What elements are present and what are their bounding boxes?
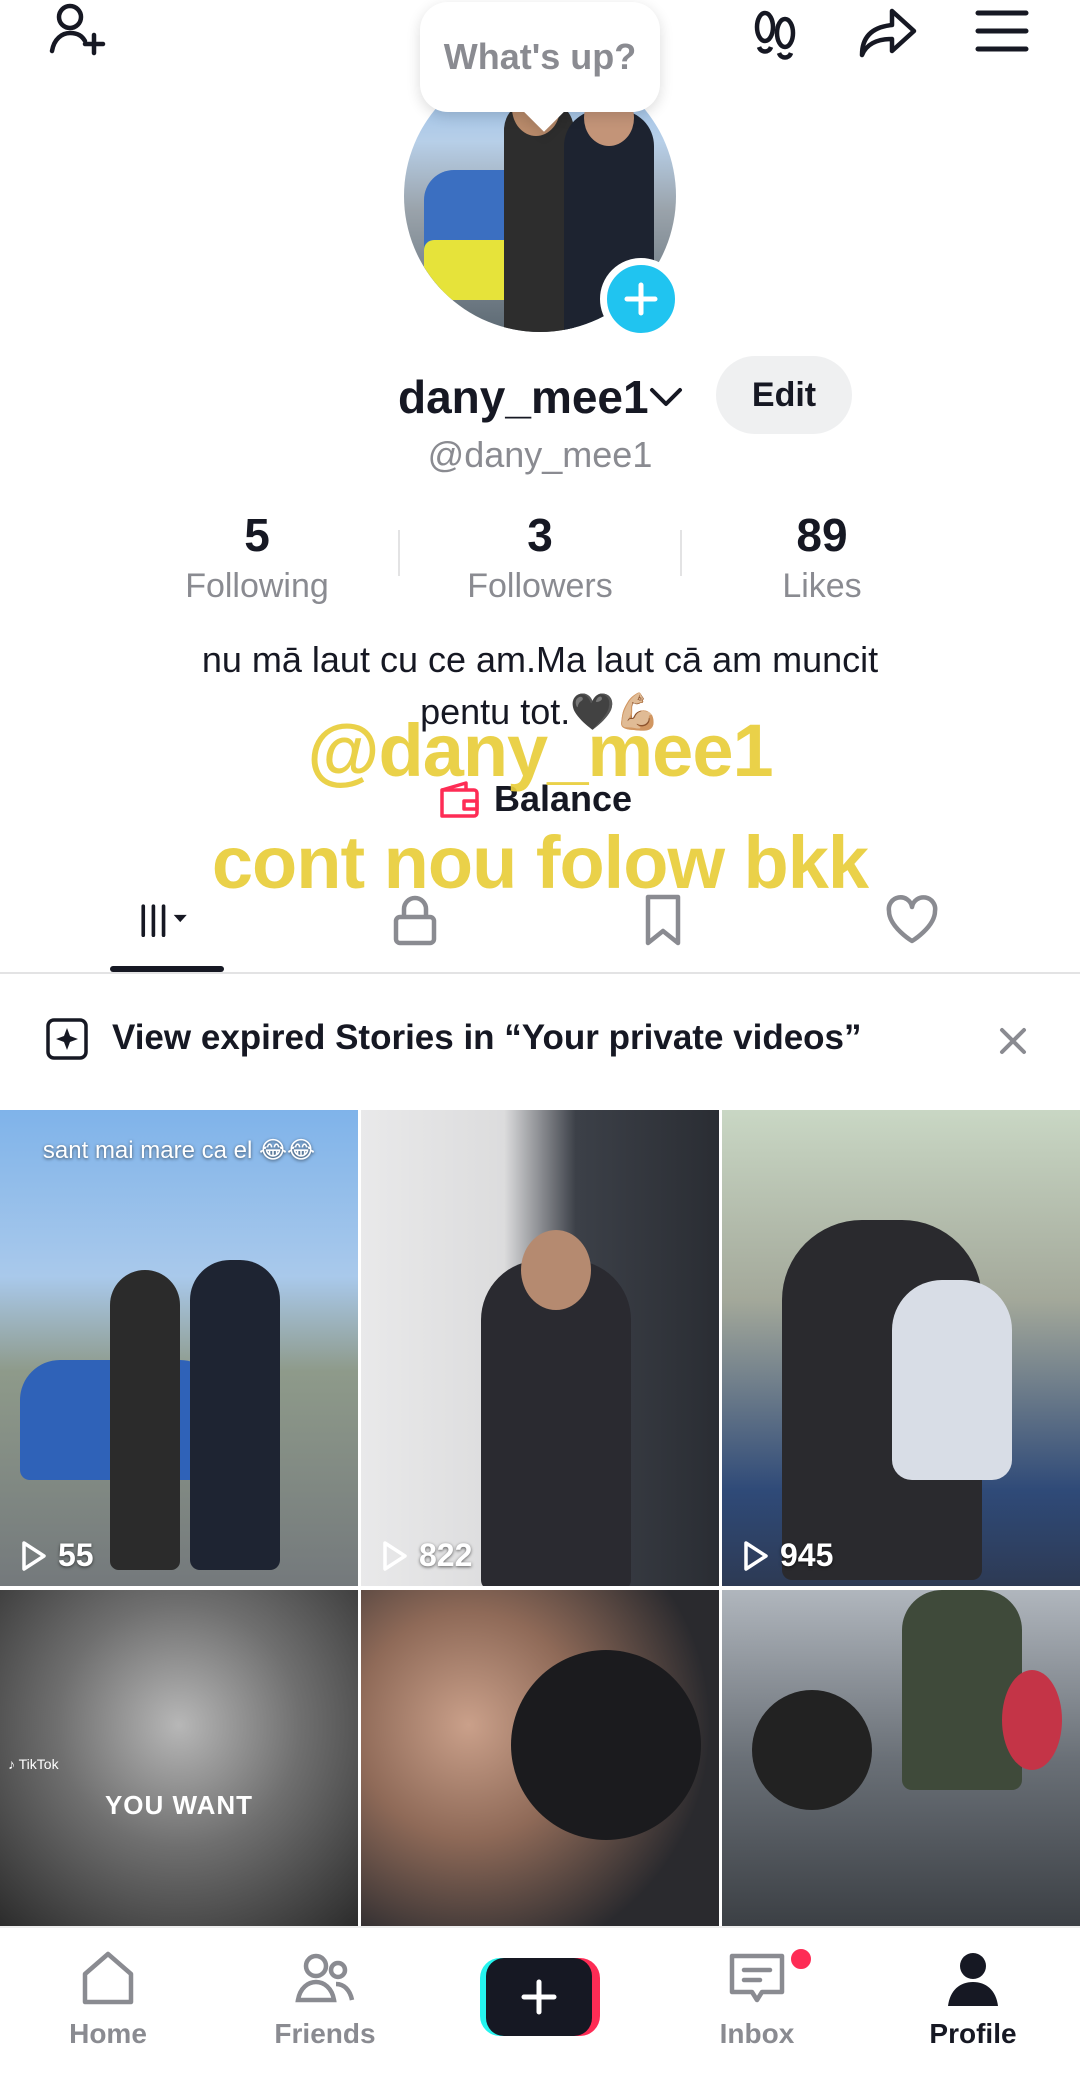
footprint-icon[interactable] — [735, 0, 815, 68]
stat-value: 3 — [527, 509, 553, 561]
username[interactable]: dany_mee1 — [398, 370, 649, 424]
divider — [398, 530, 400, 576]
create-button[interactable] — [480, 1958, 600, 2036]
stat-label: Likes — [782, 567, 862, 605]
plus-icon — [521, 1979, 557, 2015]
bottom-nav: Home Friends Inbox Profile — [0, 1926, 1080, 2080]
top-bar: What's up? — [0, 0, 1080, 112]
stat-followers[interactable]: 3 Followers — [410, 506, 670, 608]
expired-stories-banner[interactable]: View expired Stories in “Your private vi… — [0, 976, 1080, 1110]
nav-label: Home — [69, 2018, 147, 2049]
profile-icon — [948, 1953, 998, 2006]
bio-line: nu mā laut cu ce am.Ma laut cā am muncit — [201, 639, 879, 680]
status-bubble[interactable]: What's up? — [420, 2, 660, 112]
play-icon — [383, 1540, 407, 1571]
nav-label: Friends — [274, 2018, 376, 2049]
name-row: dany_mee1 Edit — [0, 356, 1080, 436]
video-grid: sant mai mare ca el 😂😂 55 822 945 ♪ TikT… — [0, 1110, 1080, 1928]
video-thumbnail[interactable] — [722, 1590, 1080, 1928]
close-icon[interactable] — [992, 1020, 1034, 1062]
banner-text: View expired Stories in “Your private vi… — [112, 1018, 862, 1057]
video-thumbnail[interactable]: ♪ TikTok YOU WANT — [0, 1590, 358, 1928]
inbox-icon — [729, 1953, 785, 2003]
play-icon — [744, 1540, 768, 1571]
share-icon[interactable] — [848, 0, 928, 68]
overlay-text-message: cont nou folow bkk — [211, 821, 869, 904]
active-tab-indicator — [110, 966, 224, 972]
video-thumbnail[interactable]: 822 — [361, 1110, 719, 1586]
tiktok-watermark: ♪ TikTok — [8, 1756, 59, 1772]
stat-label: Following — [185, 567, 329, 605]
nav-friends[interactable]: Friends — [240, 1946, 410, 2066]
menu-icon[interactable] — [962, 0, 1042, 66]
add-friend-icon[interactable] — [38, 0, 118, 66]
view-count: 945 — [738, 1537, 833, 1574]
nav-label: Inbox — [719, 2018, 795, 2049]
user-handle: @dany_mee1 — [427, 434, 653, 475]
stat-value: 5 — [244, 509, 270, 561]
friends-icon — [295, 1953, 355, 2003]
nav-profile[interactable]: Profile — [888, 1946, 1058, 2066]
nav-inbox[interactable]: Inbox — [672, 1946, 842, 2066]
nav-home[interactable]: Home — [23, 1946, 193, 2066]
thumbnail-caption: YOU WANT — [104, 1790, 254, 1820]
thumbnail-caption: sant mai mare ca el 😂😂 — [42, 1137, 316, 1164]
stat-value: 89 — [796, 509, 848, 561]
notification-dot — [788, 1946, 814, 1972]
view-count: 822 — [377, 1537, 472, 1574]
edit-profile-button[interactable]: Edit — [716, 356, 852, 434]
stat-label: Followers — [467, 567, 613, 605]
chevron-down-icon[interactable] — [648, 382, 684, 412]
play-icon — [22, 1540, 46, 1571]
stat-likes[interactable]: 89 Likes — [692, 506, 952, 608]
stats-row: 5 Following 3 Followers 89 Likes — [0, 506, 1080, 616]
video-thumbnail[interactable]: sant mai mare ca el 😂😂 55 — [0, 1110, 358, 1586]
nav-label: Profile — [929, 2018, 1017, 2049]
stat-following[interactable]: 5 Following — [127, 506, 387, 608]
video-thumbnail[interactable]: 945 — [722, 1110, 1080, 1586]
divider — [680, 530, 682, 576]
video-thumbnail[interactable] — [361, 1590, 719, 1928]
view-count: 55 — [16, 1537, 94, 1574]
add-story-plus-icon[interactable] — [600, 258, 682, 340]
home-icon — [82, 1951, 134, 2005]
story-sparkle-icon — [46, 1018, 88, 1060]
overlay-text-handle: @dany_mee1 — [307, 709, 773, 792]
